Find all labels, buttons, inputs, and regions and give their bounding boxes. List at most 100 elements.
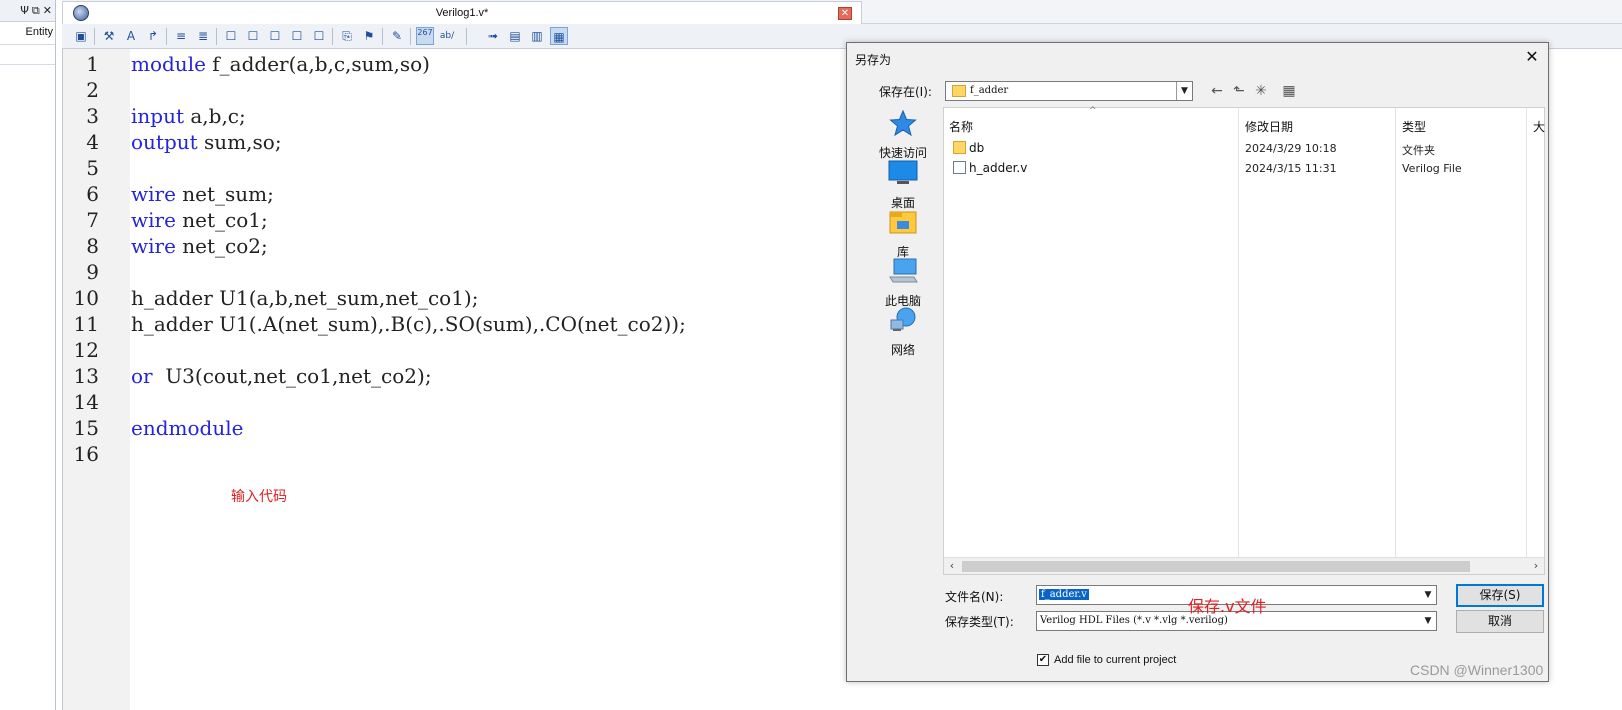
toolbar-separator [94,28,95,45]
back-icon[interactable]: ← [1207,81,1227,101]
line-number: 12 [73,338,99,362]
bookmark-delete-icon[interactable]: ☐ [310,27,328,45]
save-in-label: 保存在(I): [879,85,932,99]
code-line[interactable]: or U3(cout,net_co1,net_co2); [131,363,432,389]
scroll-left-icon[interactable]: ‹ [944,558,960,574]
save-in-value: f_adder [970,85,1009,96]
code-keyword: endmodule [131,416,244,440]
outdent-icon[interactable]: ≣ [194,27,212,45]
toolbar-separator [332,28,333,45]
line-number: 6 [86,182,99,206]
network-icon [890,307,916,331]
code-line[interactable]: h_adder U1(a,b,net_sum,net_co1); [131,285,478,311]
scrollbar-thumb[interactable] [962,561,1470,572]
places-bar: 快速访问 桌面 库 此电脑 网络 [861,107,945,357]
comment-icon[interactable]: ab/ [438,27,456,45]
place-network[interactable]: 网络 [861,306,945,358]
editor-tab[interactable]: Verilog1.v* ✕ [62,1,862,24]
star-icon [889,109,917,137]
place-library[interactable]: 库 [861,208,945,260]
chevron-down-icon[interactable]: ▼ [1420,586,1436,604]
bookmark-prev-icon[interactable]: ☐ [266,27,284,45]
code-line[interactable]: wire net_sum; [131,181,274,207]
code-text: U3(cout,net_co1,net_co2); [152,364,432,388]
file-list[interactable]: ^ 名称 修改日期 类型 大 db 2024/3/29 10:18 文件夹 h_… [943,106,1545,575]
line-number: 13 [73,364,99,388]
dialog-close-button[interactable]: ✕ [1520,45,1544,69]
line-number: 2 [86,78,99,102]
attach-icon[interactable]: ⎘ [338,27,356,45]
toolbar-separator [216,28,217,45]
column-header-type[interactable]: 类型 [1402,118,1426,135]
new-folder-icon[interactable]: ✳ [1251,81,1271,101]
line-number: 5 [86,156,99,180]
code-line[interactable]: output sum,so; [131,129,282,155]
code-line[interactable]: input a,b,c; [131,103,246,129]
file-row[interactable]: db 2024/3/29 10:18 文件夹 [944,138,1544,158]
view-menu-icon[interactable]: ▦ [1275,81,1303,101]
panel-grid-icon[interactable]: ▦ [550,27,568,45]
file-name-value: f_adder.v [1039,589,1089,600]
column-header-size[interactable]: 大 [1533,118,1545,135]
column-header-date[interactable]: 修改日期 [1245,118,1293,135]
bookmark-clear-icon[interactable]: ☐ [288,27,306,45]
editor-tab-bar: Verilog1.v* ✕ [62,0,1622,24]
save-button[interactable]: 保存(S) [1456,584,1544,607]
goto-line-icon[interactable]: ↱ [144,27,162,45]
code-text: net_co2; [175,234,268,258]
code-line[interactable]: h_adder U1(.A(net_sum),.B(c),.SO(sum),.C… [131,311,686,337]
arrow-right-icon[interactable]: ➟ [484,27,502,45]
close-icon[interactable]: ✕ [43,4,52,17]
code-text: a,b,c; [184,104,246,128]
code-line[interactable]: wire net_co2; [131,233,268,259]
line-number: 3 [86,104,99,128]
code-editor[interactable]: module f_adder(a,b,c,sum,so) input a,b,c… [130,49,850,710]
line-number: 7 [86,208,99,232]
edit-icon[interactable]: ✎ [388,27,406,45]
file-row[interactable]: h_adder.v 2024/3/15 11:31 Verilog File [944,158,1544,178]
find-icon[interactable]: ⚒ [100,27,118,45]
verilog-file-icon [953,161,966,174]
panel-right-icon[interactable]: ▥ [528,27,546,45]
column-header-name[interactable]: 名称 [949,118,973,135]
scroll-right-icon[interactable]: › [1528,558,1544,574]
up-folder-icon[interactable]: ⬑ [1229,81,1249,101]
code-line[interactable]: wire net_co1; [131,207,268,233]
bookmark-toggle-icon[interactable]: ☐ [222,27,240,45]
bookmark-next-icon[interactable]: ☐ [244,27,262,45]
line-number: 4 [86,130,99,154]
place-quick-access[interactable]: 快速访问 [861,109,945,161]
horizontal-scrollbar[interactable]: ‹ › [944,557,1544,574]
tab-close-button[interactable]: ✕ [838,7,852,20]
save-as-dialog: 另存为 ✕ 保存在(I): f_adder ▼ ← ⬑ ✳ ▦ 快速访问 桌面 … [846,42,1549,682]
code-keyword: wire [131,182,176,206]
cancel-button[interactable]: 取消 [1456,610,1544,633]
line-number-gutter: 1 2 3 4 5 6 7 8 9 10 11 12 13 14 15 16 [62,49,130,710]
pin-icon[interactable]: Ψ [20,4,29,17]
indent-icon[interactable]: ≡ [172,27,190,45]
code-line[interactable]: module f_adder(a,b,c,sum,so) [131,51,430,77]
add-to-project-checkbox[interactable]: ✔ [1037,654,1049,666]
line-number: 11 [73,312,99,336]
add-to-project-label: Add file to current project [1054,654,1177,666]
code-line[interactable]: endmodule [131,415,243,441]
computer-icon [889,258,918,283]
place-desktop[interactable]: 桌面 [861,159,945,211]
entity-column-header[interactable]: Entity [25,26,53,38]
float-icon[interactable]: ⧉ [32,4,40,18]
find-replace-icon[interactable]: A [122,27,140,45]
save-in-dropdown[interactable]: f_adder ▼ [945,81,1193,101]
open-file-icon[interactable]: ▣ [72,27,90,45]
line-number-toggle-icon[interactable]: 267 [416,27,434,45]
chevron-down-icon[interactable]: ▼ [1176,82,1192,100]
line-number: 1 [86,52,99,76]
toolbar-separator [410,28,411,45]
tab-title: Verilog1.v* [435,7,489,19]
chevron-down-icon[interactable]: ▼ [1420,612,1436,630]
code-keyword: module [131,52,206,76]
template-icon[interactable]: ⚑ [360,27,378,45]
place-this-pc[interactable]: 此电脑 [861,257,945,309]
panel-left-icon[interactable]: ▤ [506,27,524,45]
line-number: 14 [73,390,99,414]
line-number: 15 [73,416,99,440]
